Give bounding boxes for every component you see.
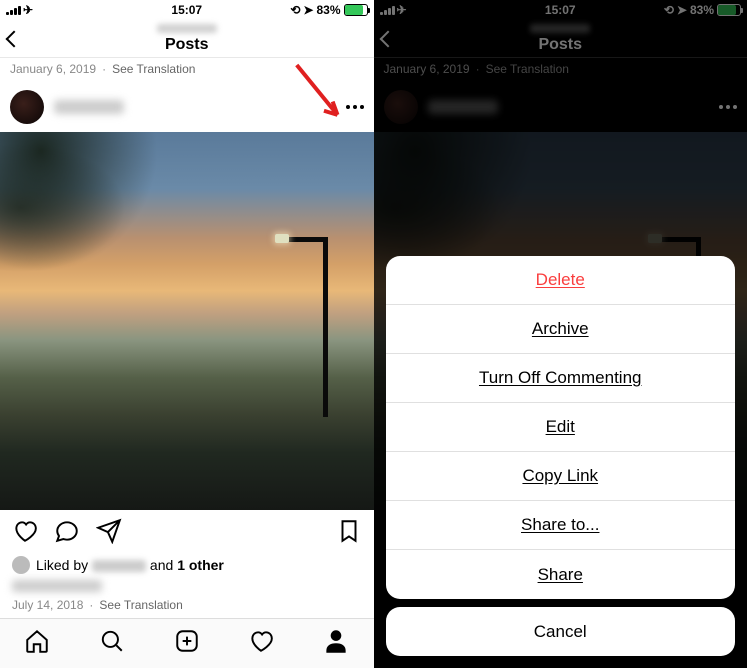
page-title: Posts: [530, 36, 590, 54]
post-date: January 6, 2019: [384, 62, 470, 76]
see-translation-link-bottom[interactable]: See Translation: [99, 598, 182, 612]
more-options-button[interactable]: [346, 105, 364, 109]
location-icon: ➤: [677, 3, 687, 17]
bookmark-icon: [336, 518, 362, 544]
phone-right: ✈ 15:07 ⟲ ➤ 83% Posts January 6, 2019 · …: [374, 0, 747, 668]
status-bar: ✈ 15:07 ⟲ ➤ 83%: [0, 0, 374, 20]
more-options-button[interactable]: [719, 105, 737, 109]
profile-icon: [323, 628, 349, 654]
post-meta-bottom: July 14, 2018 · See Translation: [0, 594, 374, 616]
location-icon: ➤: [303, 3, 313, 17]
like-button[interactable]: [12, 518, 38, 549]
liker-avatar: [12, 556, 30, 574]
username-redacted[interactable]: [428, 100, 498, 114]
signal-icon: [6, 6, 21, 15]
status-bar: ✈ 15:07 ⟲ ➤ 83%: [374, 0, 747, 20]
battery-icon: [717, 4, 741, 16]
chevron-left-icon: [6, 30, 23, 47]
sheet-cancel[interactable]: Cancel: [386, 607, 736, 656]
status-time: 15:07: [545, 3, 576, 17]
battery-percent: 83%: [690, 3, 714, 17]
liked-by-row[interactable]: Liked by and 1 other: [0, 556, 374, 578]
liked-by-text: Liked by and 1 other: [36, 557, 224, 573]
chevron-left-icon: [379, 30, 396, 47]
comment-button[interactable]: [54, 518, 80, 549]
airplane-icon: ✈: [23, 3, 33, 17]
rotation-lock-icon: ⟲: [664, 3, 674, 17]
signal-icon: [380, 6, 395, 15]
post-actions: [0, 510, 374, 556]
separator-dot: ·: [476, 62, 480, 76]
tab-profile[interactable]: [323, 628, 349, 659]
nav-header: Posts: [0, 20, 374, 58]
back-button[interactable]: [382, 33, 394, 45]
share-button[interactable]: [96, 518, 122, 549]
post-date-bottom: July 14, 2018: [12, 598, 83, 612]
action-sheet-cancel-group: Cancel: [386, 607, 736, 656]
status-right: ⟲ ➤ 83%: [664, 3, 741, 17]
action-sheet: DeleteArchiveTurn Off CommentingEditCopy…: [386, 256, 736, 656]
post-meta-top: January 6, 2019 · See Translation: [374, 58, 747, 82]
avatar[interactable]: [10, 90, 44, 124]
battery-percent: 83%: [316, 3, 340, 17]
tab-activity[interactable]: [248, 628, 274, 659]
airplane-icon: ✈: [397, 3, 407, 17]
sheet-share-to[interactable]: Share to...: [386, 501, 736, 550]
username-redacted[interactable]: [54, 100, 124, 114]
sheet-copy-link[interactable]: Copy Link: [386, 452, 736, 501]
plus-square-icon: [174, 628, 200, 654]
separator-dot: ·: [89, 598, 93, 612]
header-subtitle-redacted: [530, 24, 590, 33]
see-translation-link[interactable]: See Translation: [486, 62, 569, 76]
post-user-row: [374, 82, 747, 132]
heart-icon: [248, 628, 274, 654]
tab-search[interactable]: [99, 628, 125, 659]
status-left: ✈: [6, 3, 33, 17]
sheet-share[interactable]: Share: [386, 550, 736, 599]
paper-plane-icon: [96, 518, 122, 544]
tab-home[interactable]: [24, 628, 50, 659]
header-subtitle-redacted: [157, 24, 217, 33]
avatar[interactable]: [384, 90, 418, 124]
comment-icon: [54, 518, 80, 544]
bookmark-button[interactable]: [336, 518, 362, 549]
caption-redacted: [12, 580, 102, 592]
status-left: ✈: [380, 3, 407, 17]
post-date: January 6, 2019: [10, 62, 96, 76]
rotation-lock-icon: ⟲: [290, 3, 300, 17]
post-user-row: [0, 82, 374, 132]
separator-dot: ·: [102, 62, 106, 76]
phone-left: ✈ 15:07 ⟲ ➤ 83% Posts January 6, 2019 · …: [0, 0, 374, 668]
see-translation-link[interactable]: See Translation: [112, 62, 195, 76]
tab-bar: [0, 618, 374, 668]
status-right: ⟲ ➤ 83%: [290, 3, 367, 17]
back-button[interactable]: [8, 33, 20, 45]
action-sheet-list: DeleteArchiveTurn Off CommentingEditCopy…: [386, 256, 736, 599]
tab-create[interactable]: [174, 628, 200, 659]
sheet-delete[interactable]: Delete: [386, 256, 736, 305]
page-title: Posts: [157, 36, 217, 54]
nav-header: Posts: [374, 20, 747, 58]
post-image[interactable]: [0, 132, 374, 510]
search-icon: [99, 628, 125, 654]
battery-icon: [344, 4, 368, 16]
sheet-edit[interactable]: Edit: [386, 403, 736, 452]
sheet-archive[interactable]: Archive: [386, 305, 736, 354]
home-icon: [24, 628, 50, 654]
heart-icon: [12, 518, 38, 544]
sheet-turn-off-commenting[interactable]: Turn Off Commenting: [386, 354, 736, 403]
status-time: 15:07: [171, 3, 202, 17]
liker-name-redacted: [92, 560, 146, 572]
post-meta-top: January 6, 2019 · See Translation: [0, 58, 374, 82]
